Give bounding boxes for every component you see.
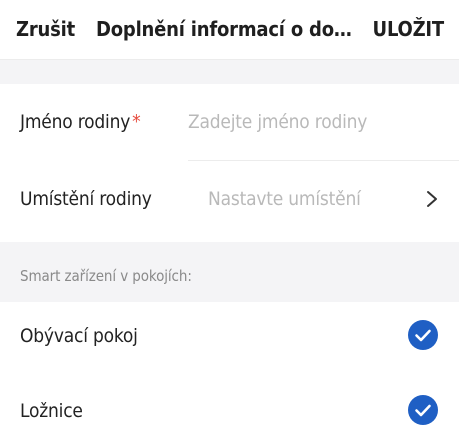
family-form: Jméno rodiny* Umístění rodiny Nastavte u…: [0, 84, 459, 242]
chevron-right-icon[interactable]: [425, 190, 439, 208]
page-title: Doplnění informací o domácnosti: [96, 17, 364, 41]
room-label: Ložnice: [20, 400, 83, 422]
top-bar: Zrušit Doplnění informací o domácnosti U…: [0, 0, 459, 60]
rooms-section-header: Smart zařízení v pokojích:: [0, 242, 459, 302]
family-location-label: Umístění rodiny: [20, 188, 152, 210]
header-spacer: [0, 60, 459, 84]
save-button[interactable]: ULOŽIT: [373, 17, 445, 41]
family-location-row[interactable]: Umístění rodiny Nastavte umístění: [0, 161, 459, 237]
family-name-row: Jméno rodiny *: [0, 84, 459, 160]
family-location-value[interactable]: Nastavte umístění: [208, 187, 361, 211]
family-name-label: Jméno rodiny *: [20, 110, 141, 134]
rooms-section-heading: Smart zařízení v pokojích:: [20, 267, 192, 285]
check-circle-icon[interactable]: [408, 320, 438, 350]
room-label: Obývací pokoj: [20, 325, 138, 347]
required-marker: *: [132, 111, 141, 133]
check-circle-icon[interactable]: [408, 395, 438, 425]
family-name-label-text: Jméno rodiny: [20, 111, 131, 133]
family-name-input[interactable]: [188, 108, 438, 136]
cancel-button[interactable]: Zrušit: [16, 17, 75, 41]
room-item-living-room[interactable]: Obývací pokoj: [0, 302, 459, 372]
